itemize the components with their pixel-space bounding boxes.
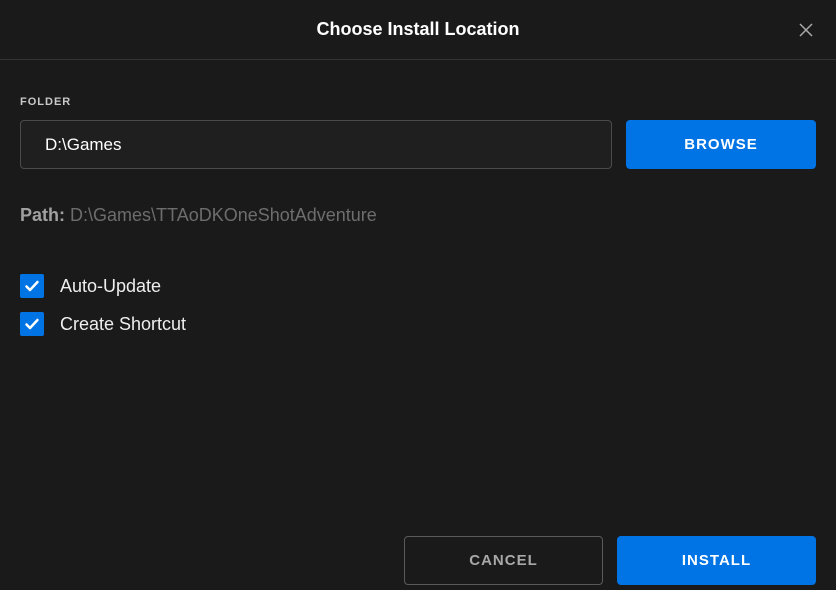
close-button[interactable]: [794, 18, 818, 42]
install-button[interactable]: INSTALL: [617, 536, 816, 585]
dialog-header: Choose Install Location: [0, 0, 836, 60]
create-shortcut-checkbox[interactable]: [20, 312, 44, 336]
create-shortcut-row: Create Shortcut: [20, 312, 816, 336]
path-label: Path:: [20, 205, 65, 225]
check-icon: [24, 316, 40, 332]
dialog-title: Choose Install Location: [316, 19, 519, 40]
auto-update-row: Auto-Update: [20, 274, 816, 298]
check-icon: [24, 278, 40, 294]
path-value: D:\Games\TTAoDKOneShotAdventure: [70, 205, 377, 225]
dialog-footer: CANCEL INSTALL: [404, 536, 816, 585]
folder-input[interactable]: [20, 120, 612, 169]
browse-button[interactable]: BROWSE: [626, 120, 816, 169]
folder-row: BROWSE: [20, 120, 816, 169]
auto-update-label: Auto-Update: [60, 276, 161, 297]
dialog-content: FOLDER BROWSE Path: D:\Games\TTAoDKOneSh…: [0, 60, 836, 336]
folder-label: FOLDER: [20, 96, 816, 108]
create-shortcut-label: Create Shortcut: [60, 314, 186, 335]
auto-update-checkbox[interactable]: [20, 274, 44, 298]
cancel-button[interactable]: CANCEL: [404, 536, 603, 585]
options-group: Auto-Update Create Shortcut: [20, 274, 816, 336]
path-row: Path: D:\Games\TTAoDKOneShotAdventure: [20, 205, 816, 226]
close-icon: [798, 22, 814, 38]
